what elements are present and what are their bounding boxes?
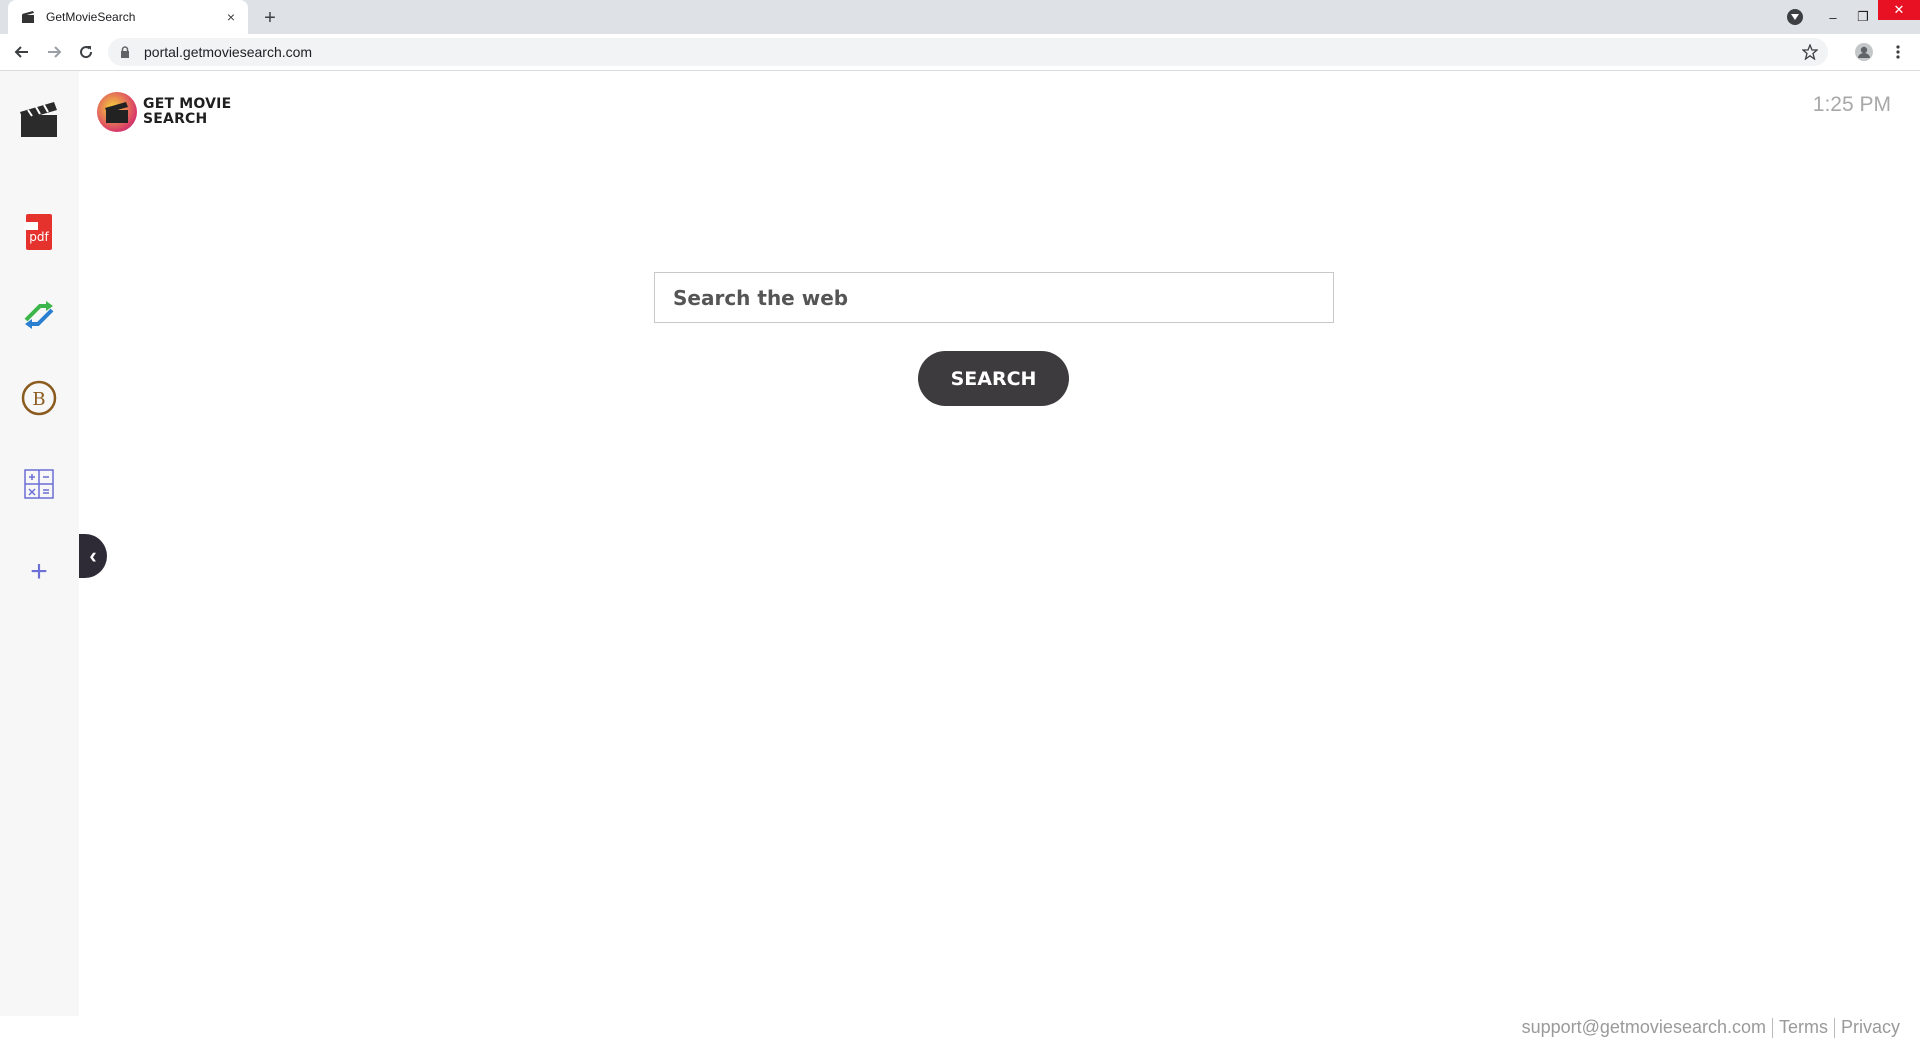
footer-divider	[1771, 1017, 1773, 1038]
restore-button[interactable]: ❐	[1848, 0, 1878, 34]
chrome-profile-menu-icon[interactable]	[1787, 9, 1803, 25]
minimize-button[interactable]: –	[1818, 0, 1848, 34]
arrows-icon[interactable]	[18, 294, 60, 336]
tab-active[interactable]: GetMovieSearch ×	[8, 0, 248, 34]
add-icon[interactable]: +	[18, 551, 60, 593]
bitcoin-icon-label: B	[32, 389, 45, 410]
address-bar[interactable]: portal.getmoviesearch.com	[108, 38, 1828, 66]
pdf-icon[interactable]: pdf	[18, 211, 60, 253]
bookmark-star-icon[interactable]	[1801, 43, 1819, 61]
terms-link[interactable]: Terms	[1779, 1017, 1828, 1038]
reload-icon[interactable]	[72, 38, 100, 66]
chevron-left-icon: ‹	[89, 543, 97, 568]
calculator-icon[interactable]	[18, 463, 60, 505]
footer: support@getmoviesearch.com Terms Privacy	[1522, 1017, 1900, 1038]
bitcoin-icon[interactable]: B	[18, 377, 60, 419]
clapperboard-icon[interactable]	[18, 98, 60, 140]
search-button[interactable]: SEARCH	[918, 351, 1069, 406]
tab-title: GetMovieSearch	[46, 10, 136, 24]
footer-divider	[1833, 1017, 1835, 1038]
logo-badge-icon	[97, 92, 137, 132]
lock-icon	[120, 45, 134, 59]
profile-avatar-icon[interactable]	[1850, 38, 1878, 66]
back-icon[interactable]	[8, 38, 36, 66]
privacy-link[interactable]: Privacy	[1841, 1017, 1900, 1038]
sidebar-collapse-button[interactable]: ‹	[79, 534, 107, 578]
logo-line1: GET MOVIE	[143, 96, 232, 112]
pdf-icon-label: pdf	[29, 230, 49, 244]
logo-text: GET MOVIE SEARCH	[143, 97, 231, 127]
browser-menu-icon[interactable]	[1884, 38, 1912, 66]
close-window-button[interactable]: ✕	[1878, 0, 1920, 20]
browser-toolbar: portal.getmoviesearch.com	[0, 34, 1920, 71]
new-tab-button[interactable]: +	[258, 6, 282, 30]
site-logo[interactable]: GET MOVIE SEARCH	[97, 92, 231, 132]
tab-close-icon[interactable]: ×	[222, 8, 240, 26]
clock-time: 1:25 PM	[1812, 93, 1891, 116]
browser-tabstrip: GetMovieSearch × + – ❐ ✕	[0, 0, 1920, 34]
logo-line2: SEARCH	[143, 111, 208, 127]
sidebar: pdf B +	[0, 71, 79, 1016]
url-text: portal.getmoviesearch.com	[144, 44, 313, 60]
support-email-link[interactable]: support@getmoviesearch.com	[1522, 1017, 1766, 1038]
clapperboard-icon	[20, 9, 36, 25]
search-input[interactable]	[654, 272, 1334, 323]
forward-icon[interactable]	[40, 38, 68, 66]
